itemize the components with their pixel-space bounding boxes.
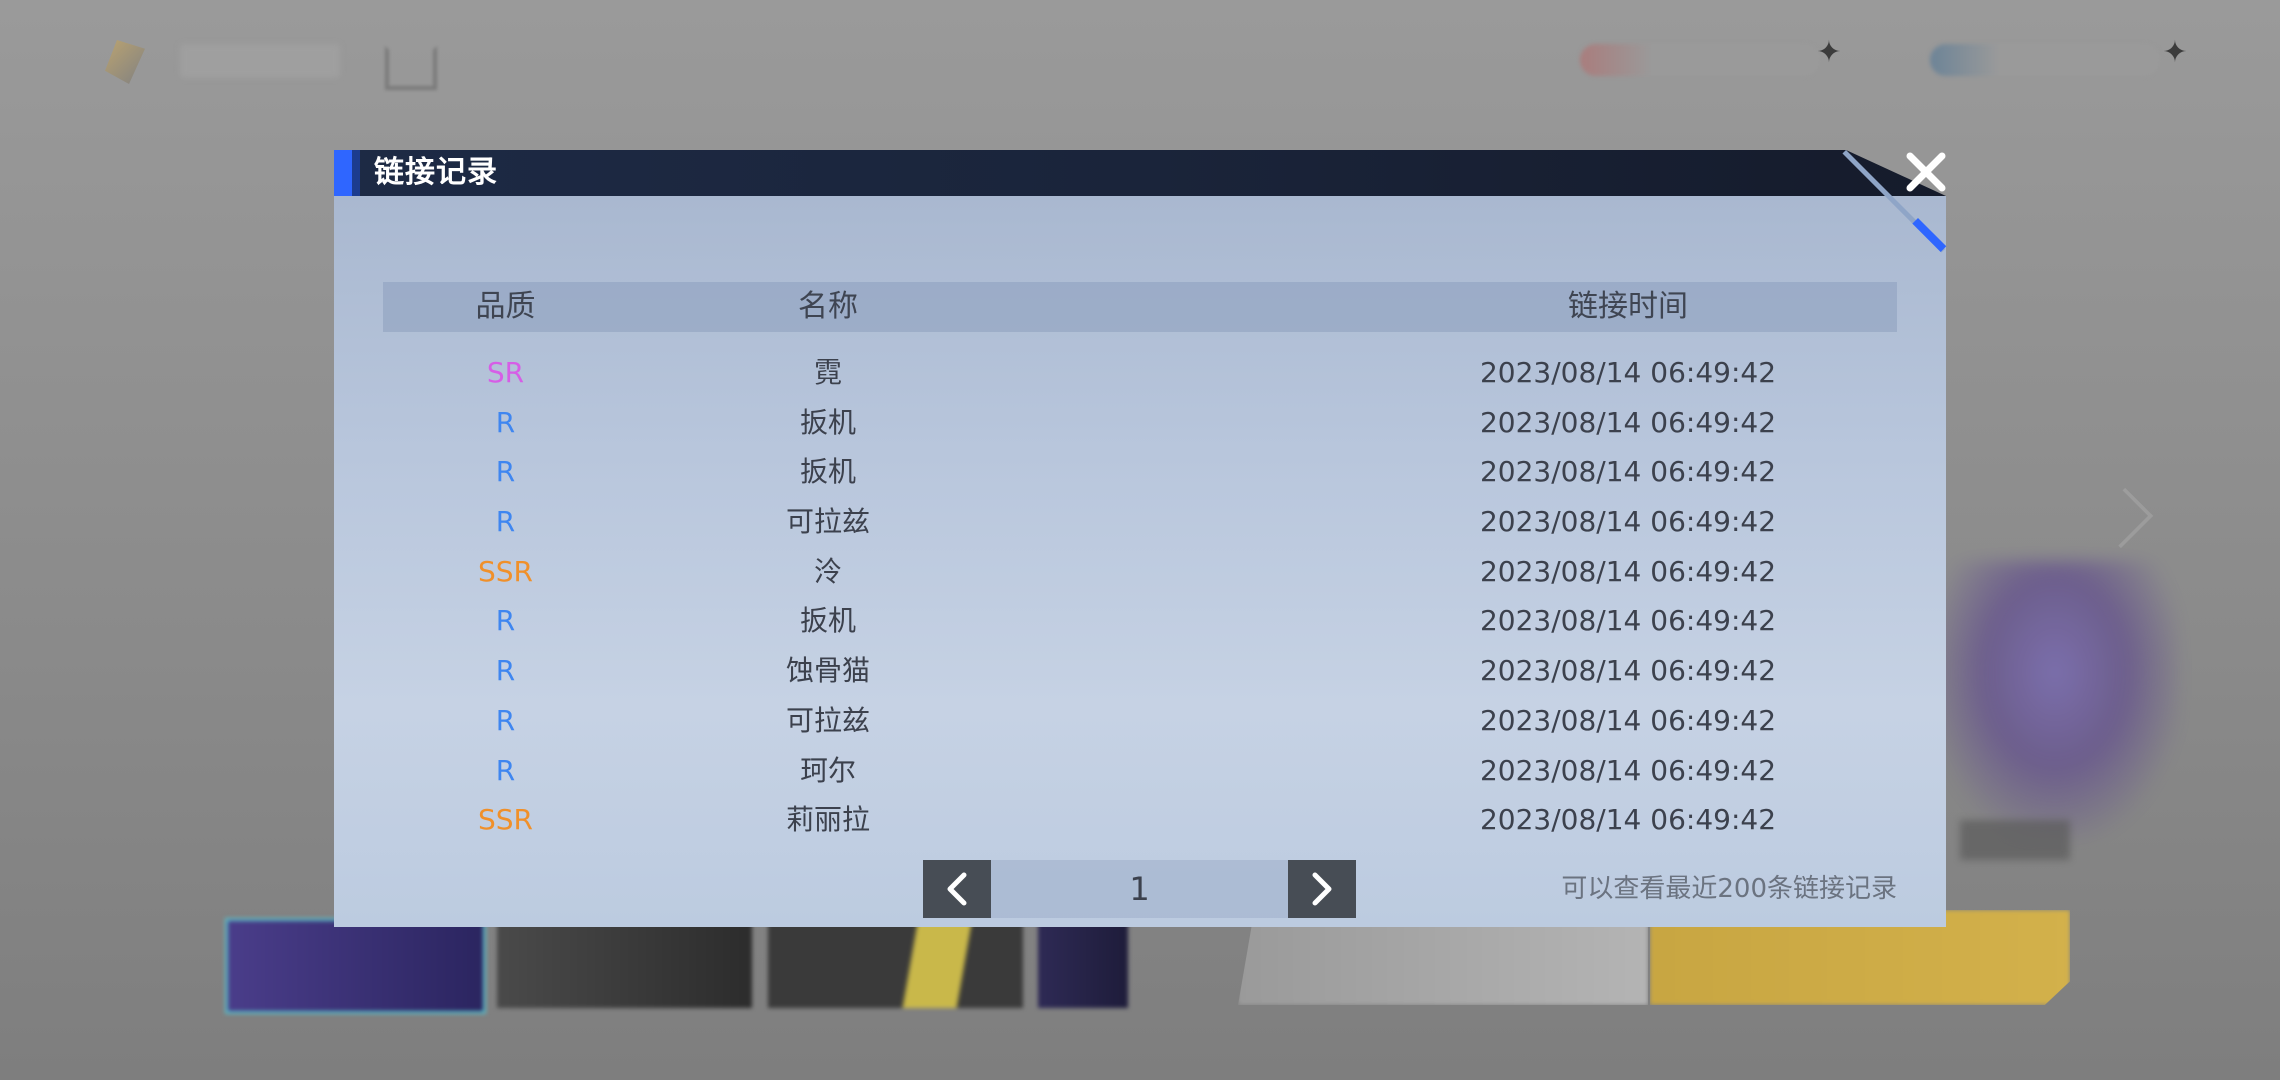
time-cell: 2023/08/14 06:49:42 bbox=[1479, 405, 1777, 439]
chevron-right-icon bbox=[1312, 872, 1332, 906]
name-cell: 扳机 bbox=[799, 405, 856, 439]
plus-icon: ✦ bbox=[2162, 35, 2188, 70]
column-header-time: 链接时间 bbox=[1568, 289, 1688, 324]
time-cell: 2023/08/14 06:49:42 bbox=[1479, 505, 1777, 539]
header-accent-shadow bbox=[352, 150, 360, 196]
currency-bar-2 bbox=[1930, 44, 2160, 76]
next-page-button[interactable] bbox=[1288, 860, 1356, 918]
header-accent bbox=[334, 150, 352, 196]
name-cell: 可拉兹 bbox=[785, 505, 870, 539]
close-icon bbox=[1906, 152, 1946, 192]
name-cell: 可拉兹 bbox=[785, 703, 870, 737]
table-row: SSR 莉丽拉 2023/08/14 06:49:42 bbox=[383, 795, 1897, 845]
prev-page-button[interactable] bbox=[923, 860, 991, 918]
dialog-title: 链接记录 bbox=[374, 155, 498, 190]
dialog-header: 链接记录 bbox=[334, 150, 1946, 196]
banner-thumbnail bbox=[225, 918, 486, 1014]
quality-cell: SSR bbox=[477, 803, 533, 837]
banner-thumbnail bbox=[768, 918, 1023, 1008]
table-row: R 扳机 2023/08/14 06:49:42 bbox=[383, 398, 1897, 448]
table-row: R 扳机 2023/08/14 06:49:42 bbox=[383, 596, 1897, 646]
pagination: 1 bbox=[923, 860, 1363, 918]
table-row: R 珂尔 2023/08/14 06:49:42 bbox=[383, 746, 1897, 796]
close-button[interactable] bbox=[1898, 144, 1954, 200]
name-cell: 蚀骨猫 bbox=[785, 654, 870, 688]
name-cell: 珂尔 bbox=[799, 753, 856, 787]
record-limit-note: 可以查看最近200条链接记录 bbox=[1561, 874, 1897, 904]
time-cell: 2023/08/14 06:49:42 bbox=[1479, 554, 1777, 588]
plus-icon: ✦ bbox=[1816, 35, 1842, 70]
quality-cell: R bbox=[495, 703, 516, 737]
table-row: SSR 泠 2023/08/14 06:49:42 bbox=[383, 547, 1897, 597]
time-cell: 2023/08/14 06:49:42 bbox=[1479, 455, 1777, 489]
link-record-dialog: 品质 名称 链接时间 SR 霓 2023/08/14 06:49:42 R 扳机… bbox=[334, 150, 1947, 927]
background-title bbox=[180, 44, 340, 78]
time-cell: 2023/08/14 06:49:42 bbox=[1479, 654, 1777, 688]
time-cell: 2023/08/14 06:49:42 bbox=[1479, 604, 1777, 638]
page-number: 1 bbox=[991, 860, 1288, 918]
table-header: 品质 名称 链接时间 bbox=[383, 282, 1897, 332]
time-cell: 2023/08/14 06:49:42 bbox=[1479, 703, 1777, 737]
time-cell: 2023/08/14 06:49:42 bbox=[1479, 356, 1777, 389]
table-row: SR 霓 2023/08/14 06:49:42 bbox=[383, 348, 1897, 398]
table-row: R 可拉兹 2023/08/14 06:49:42 bbox=[383, 497, 1897, 547]
banner-thumbnail bbox=[1038, 918, 1128, 1008]
name-cell: 扳机 bbox=[799, 604, 856, 638]
game-logo-icon bbox=[105, 40, 145, 84]
quality-cell: R bbox=[495, 604, 516, 638]
quality-cell: SSR bbox=[477, 554, 533, 588]
quality-cell: R bbox=[495, 405, 516, 439]
quality-cell: R bbox=[495, 654, 516, 688]
quality-cell: R bbox=[495, 753, 516, 787]
table-row: R 扳机 2023/08/14 06:49:42 bbox=[383, 447, 1897, 497]
home-icon bbox=[385, 46, 437, 90]
name-cell: 扳机 bbox=[799, 455, 856, 489]
record-list: SR 霓 2023/08/14 06:49:42 R 扳机 2023/08/14… bbox=[383, 348, 1897, 845]
currency-bar-1 bbox=[1580, 44, 1820, 76]
time-cell: 2023/08/14 06:49:42 bbox=[1479, 753, 1777, 787]
column-header-quality: 品质 bbox=[475, 289, 536, 324]
banner-thumbnail bbox=[497, 918, 752, 1008]
chevron-left-icon bbox=[947, 872, 967, 906]
quality-cell: SR bbox=[486, 356, 525, 389]
name-cell: 霓 bbox=[813, 356, 842, 389]
table-row: R 蚀骨猫 2023/08/14 06:49:42 bbox=[383, 646, 1897, 696]
table-row: R 可拉兹 2023/08/14 06:49:42 bbox=[383, 696, 1897, 746]
quality-cell: R bbox=[495, 505, 516, 539]
quality-cell: R bbox=[495, 455, 516, 489]
name-cell: 莉丽拉 bbox=[785, 803, 870, 837]
column-header-name: 名称 bbox=[798, 289, 858, 324]
name-cell: 泠 bbox=[813, 554, 842, 588]
time-cell: 2023/08/14 06:49:42 bbox=[1479, 803, 1777, 837]
dialog-body: 品质 名称 链接时间 SR 霓 2023/08/14 06:49:42 R 扳机… bbox=[334, 196, 1946, 927]
